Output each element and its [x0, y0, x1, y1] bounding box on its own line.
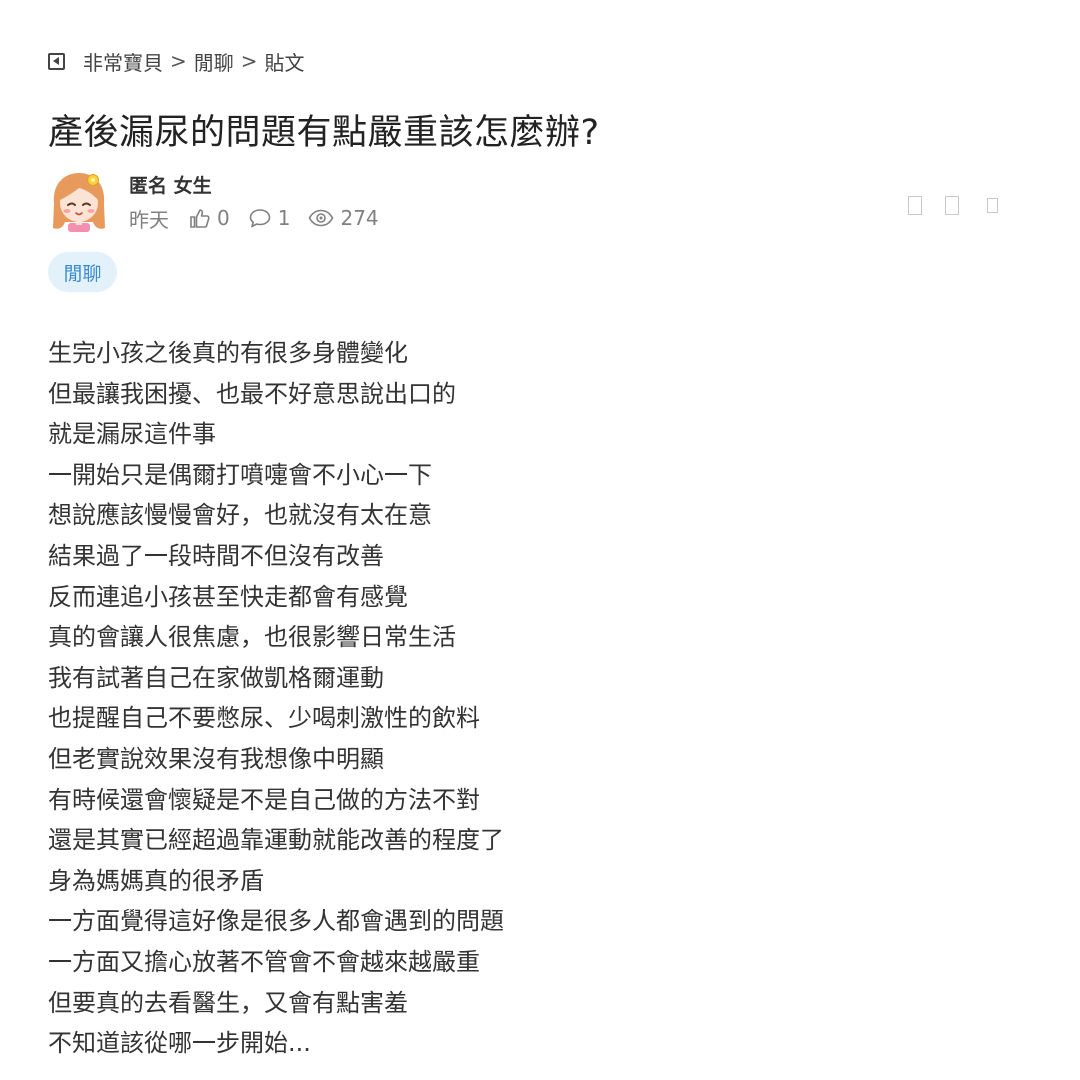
post-line: 一方面覺得這好像是很多人都會遇到的問題 — [48, 907, 504, 936]
eye-icon — [309, 209, 334, 227]
author-name[interactable]: 匿名 女生 — [129, 171, 212, 198]
thumbs-up-icon — [190, 209, 210, 228]
post-line: 身為媽媽真的很矛盾 — [48, 866, 264, 895]
back-icon[interactable] — [48, 52, 65, 70]
like-count[interactable]: 0 — [189, 206, 230, 230]
post-line: 但要真的去看醫生，又會有點害羞 — [48, 988, 408, 1017]
post-line: 但老實說效果沒有我想像中明顯 — [48, 744, 384, 773]
post-line: 一開始只是偶爾打噴嚏會不小心一下 — [48, 460, 432, 489]
post-line: 真的會讓人很焦慮，也很影響日常生活 — [48, 623, 456, 652]
breadcrumb: 非常寶貝 > 閒聊 > 貼文 — [48, 46, 305, 76]
post-line: 反而連追小孩甚至快走都會有感覺 — [48, 582, 408, 611]
comment-count-value: 1 — [277, 206, 291, 230]
post-line: 我有試著自己在家做凱格爾運動 — [48, 663, 384, 692]
post-line: 生完小孩之後真的有很多身體變化 — [48, 339, 408, 367]
more-options-icon[interactable] — [987, 198, 998, 213]
post-line: 結果過了一段時間不但沒有改善 — [48, 541, 384, 570]
post-time: 昨天 — [129, 207, 169, 232]
breadcrumb-separator: > — [240, 49, 258, 73]
comment-count[interactable]: 1 — [248, 206, 291, 230]
cartoon-girl-avatar-icon — [53, 173, 105, 232]
breadcrumb-item-post: 貼文 — [264, 50, 305, 75]
breadcrumb-item-category[interactable]: 閒聊 — [194, 47, 234, 76]
post-line: 就是漏尿這件事 — [48, 420, 216, 449]
post-line: 但最讓我困擾、也最不好意思說出口的 — [48, 379, 456, 408]
post-body: 生完小孩之後真的有很多身體變化 但最讓我困擾、也最不好意思說出口的 就是漏尿這件… — [48, 333, 504, 1064]
post-line: 也提醒自己不要憋尿、少喝刺激性的飲料 — [48, 704, 480, 733]
post-line: 不知道該從哪一步開始... — [48, 1029, 311, 1058]
share-icon[interactable] — [945, 196, 959, 215]
post-line: 一方面又擔心放著不管會不會越來越嚴重 — [48, 947, 480, 976]
view-count-value: 274 — [340, 206, 379, 230]
like-count-value: 0 — [217, 206, 230, 230]
post-meta: 昨天 0 1 274 — [129, 204, 397, 232]
post-line: 想說應該慢慢會好，也就沒有太在意 — [48, 501, 432, 530]
avatar[interactable] — [48, 168, 110, 232]
post-line: 有時候還會懷疑是不是自己做的方法不對 — [48, 785, 480, 814]
category-tag[interactable]: 閒聊 — [48, 252, 117, 292]
post-line: 還是其實已經超過靠運動就能改善的程度了 — [48, 826, 504, 855]
breadcrumb-separator: > — [170, 49, 187, 73]
post-title: 產後漏尿的問題有點嚴重該怎麼辦? — [48, 113, 600, 153]
post-actions — [908, 196, 998, 215]
bookmark-icon[interactable] — [908, 196, 922, 215]
view-count: 274 — [308, 206, 379, 230]
breadcrumb-item-forum[interactable]: 非常寶貝 — [83, 47, 163, 76]
comment-icon — [249, 209, 271, 228]
